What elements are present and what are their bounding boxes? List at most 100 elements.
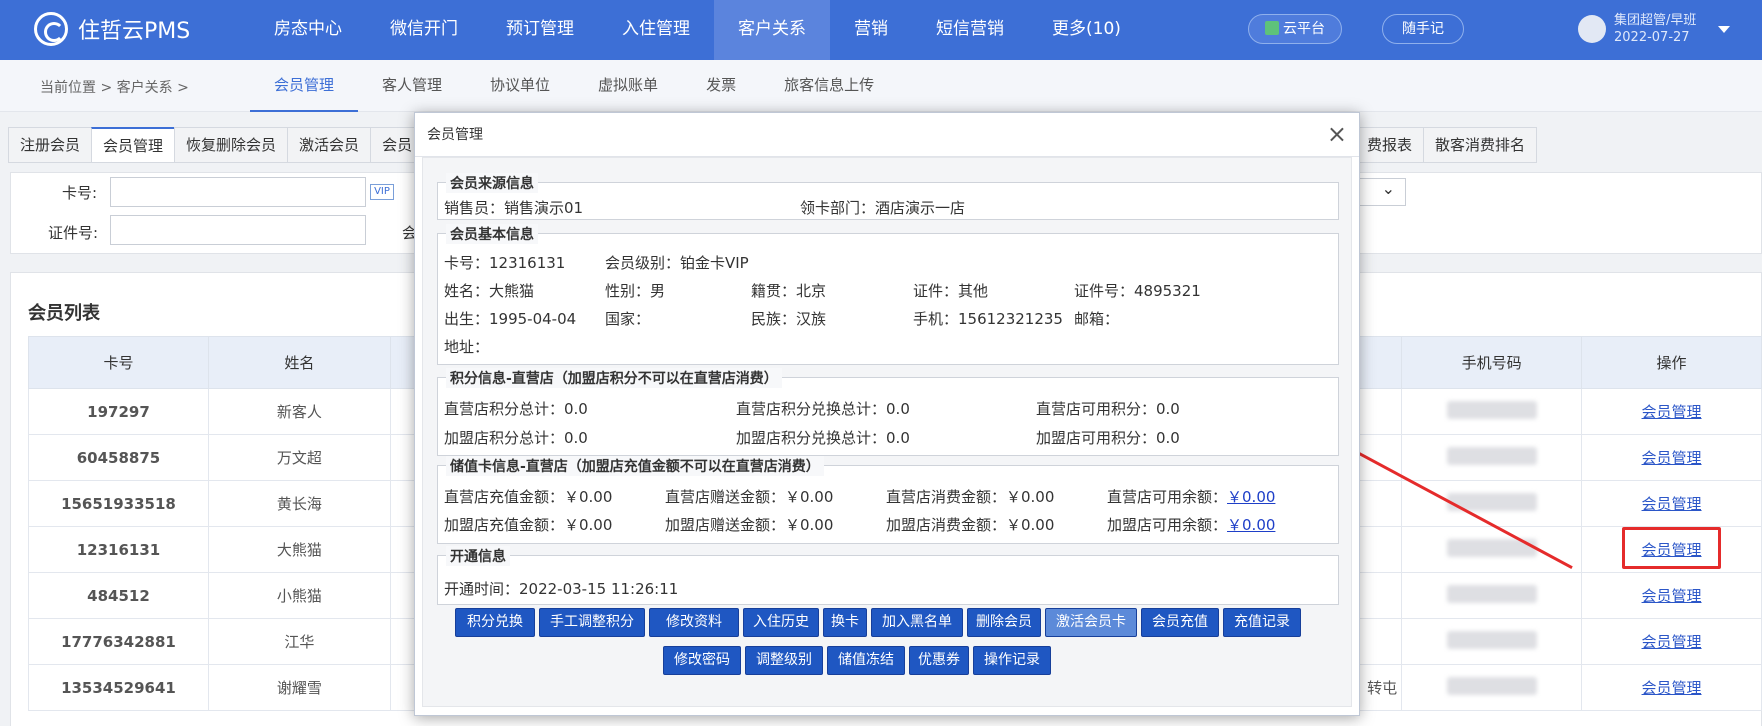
blurred-phone bbox=[1446, 400, 1537, 419]
id-type-text: 证件：其他 bbox=[913, 282, 989, 300]
change-card-button[interactable]: 换卡 bbox=[823, 608, 867, 637]
breadcrumb: 当前位置 > 客户关系 > bbox=[40, 80, 189, 96]
subnav-member-mgmt[interactable]: 会员管理 bbox=[250, 60, 359, 112]
direct-points-exchanged: 直营店积分兑换总计：0.0 bbox=[736, 400, 910, 418]
nav-item-checkin[interactable]: 入住管理 bbox=[598, 0, 714, 60]
col-name[interactable]: 姓名 bbox=[207, 336, 391, 389]
id-input[interactable] bbox=[110, 215, 366, 245]
sex-text: 性别：男 bbox=[605, 282, 666, 300]
stray-text: 转屯 bbox=[1367, 679, 1398, 697]
tab-register-member[interactable]: 注册会员 bbox=[8, 127, 93, 163]
activate-card-button[interactable]: 激活会员卡 bbox=[1045, 608, 1137, 637]
cell-card: 13534529641 bbox=[28, 664, 209, 711]
cell-phone bbox=[1401, 388, 1583, 435]
cube-icon bbox=[1265, 21, 1279, 35]
direct-recharge: 直营店充值金额：￥0.00 bbox=[444, 488, 613, 506]
user-date: 2022-07-27 bbox=[1614, 30, 1690, 45]
member-manage-link[interactable]: 会员管理 bbox=[1642, 633, 1702, 651]
tab-member-mgmt[interactable]: 会员管理 bbox=[91, 127, 176, 163]
nav-item-sms[interactable]: 短信营销 bbox=[912, 0, 1028, 60]
user-name: 集团超管/早班 bbox=[1614, 13, 1697, 28]
nav-item-marketing[interactable]: 营销 bbox=[830, 0, 912, 60]
direct-available-link[interactable]: ￥0.00 bbox=[1227, 488, 1275, 506]
points-exchange-button[interactable]: 积分兑换 bbox=[455, 608, 535, 637]
cell-op: 会员管理 bbox=[1581, 388, 1762, 435]
cell-phone bbox=[1401, 572, 1583, 619]
member-manage-link[interactable]: 会员管理 bbox=[1642, 679, 1702, 697]
edit-profile-button[interactable]: 修改资料 bbox=[649, 608, 739, 637]
cloud-label: 云平台 bbox=[1283, 21, 1325, 37]
franchise-available-link[interactable]: ￥0.00 bbox=[1227, 516, 1275, 534]
points-section: 积分信息-直营店（加盟店积分不可以在直营店消费） 直营店积分总计：0.0 直营店… bbox=[437, 368, 1339, 456]
vip-badge[interactable]: VIP bbox=[370, 184, 394, 200]
col-phone[interactable]: 手机号码 bbox=[1401, 336, 1583, 389]
member-manage-link[interactable]: 会员管理 bbox=[1642, 495, 1702, 513]
subnav-virtual-bill[interactable]: 虚拟账单 bbox=[574, 60, 682, 112]
cell-name: 黄长海 bbox=[207, 480, 391, 527]
franchise-consume: 加盟店消费金额：￥0.00 bbox=[886, 516, 1055, 534]
tab-restore-member[interactable]: 恢复删除会员 bbox=[174, 127, 289, 163]
close-icon[interactable]: × bbox=[1327, 121, 1347, 147]
blurred-phone bbox=[1446, 630, 1537, 649]
franchise-points-available: 加盟店可用积分：0.0 bbox=[1036, 429, 1180, 447]
franchise-points-exchanged: 加盟店积分兑换总计：0.0 bbox=[736, 429, 910, 447]
caret-down-icon[interactable] bbox=[1718, 26, 1730, 33]
delete-member-button[interactable]: 删除会员 bbox=[967, 608, 1041, 637]
cell-op: 会员管理 bbox=[1581, 664, 1762, 711]
quick-note-button[interactable]: 随手记 bbox=[1382, 14, 1464, 44]
adjust-level-button[interactable]: 调整级别 bbox=[745, 646, 823, 675]
col-op[interactable]: 操作 bbox=[1581, 336, 1762, 389]
user-menu[interactable]: 集团超管/早班 2022-07-27 bbox=[1578, 12, 1696, 46]
blacklist-button[interactable]: 加入黑名单 bbox=[871, 608, 963, 637]
cell-phone bbox=[1401, 664, 1583, 711]
cell-card: 12316131 bbox=[28, 526, 209, 573]
app-logo[interactable]: 住哲云PMS bbox=[34, 12, 190, 46]
adjust-points-button[interactable]: 手工调整积分 bbox=[539, 608, 645, 637]
open-section: 开通信息 开通时间：2022-03-15 11:26:11 bbox=[437, 546, 1339, 605]
franchise-recharge: 加盟店充值金额：￥0.00 bbox=[444, 516, 613, 534]
nav-item-customer[interactable]: 客户关系 bbox=[714, 0, 830, 60]
nav-item-room-status[interactable]: 房态中心 bbox=[250, 0, 366, 60]
stored-legend: 储值卡信息-直营店（加盟店充值金额不可以在直营店消费） bbox=[446, 456, 824, 476]
subnav-guest-mgmt[interactable]: 客人管理 bbox=[358, 60, 466, 112]
id-label: 证件号: bbox=[48, 224, 99, 242]
member-manage-dialog: 会员管理 × 会员来源信息 销售员：销售演示01 领卡部门：酒店演示一店 会员基… bbox=[414, 112, 1360, 716]
member-manage-link[interactable]: 会员管理 bbox=[1642, 587, 1702, 605]
subnav-traveler-upload[interactable]: 旅客信息上传 bbox=[760, 60, 898, 112]
stay-history-button[interactable]: 入住历史 bbox=[743, 608, 819, 637]
nav-item-wechat-door[interactable]: 微信开门 bbox=[366, 0, 482, 60]
nav-item-reservation[interactable]: 预订管理 bbox=[482, 0, 598, 60]
recharge-record-button[interactable]: 充值记录 bbox=[1223, 608, 1301, 637]
cell-name: 大熊猫 bbox=[207, 526, 391, 573]
operation-log-button[interactable]: 操作记录 bbox=[973, 646, 1051, 675]
tab-walkin-ranking[interactable]: 散客消费排名 bbox=[1423, 127, 1538, 163]
card-input[interactable] bbox=[110, 177, 366, 207]
tab-activate-member[interactable]: 激活会员 bbox=[287, 127, 372, 163]
cloud-platform-button[interactable]: 云平台 bbox=[1248, 14, 1342, 44]
cell-phone bbox=[1401, 618, 1583, 665]
cell-phone bbox=[1401, 480, 1583, 527]
tab-consume-report[interactable]: 费报表 bbox=[1355, 127, 1425, 163]
annotation-highlight-box bbox=[1622, 527, 1721, 569]
card-label: 卡号: bbox=[62, 184, 98, 202]
cell-name: 江华 bbox=[207, 618, 391, 665]
member-manage-link[interactable]: 会员管理 bbox=[1642, 403, 1702, 421]
direct-points-total: 直营店积分总计：0.0 bbox=[444, 400, 588, 418]
cell-op: 会员管理 bbox=[1581, 618, 1762, 665]
stored-value-section: 储值卡信息-直营店（加盟店充值金额不可以在直营店消费） 直营店充值金额：￥0.0… bbox=[437, 456, 1339, 544]
member-recharge-button[interactable]: 会员充值 bbox=[1141, 608, 1219, 637]
direct-points-available: 直营店可用积分：0.0 bbox=[1036, 400, 1180, 418]
change-password-button[interactable]: 修改密码 bbox=[663, 646, 741, 675]
subnav-agreement[interactable]: 协议单位 bbox=[466, 60, 574, 112]
col-card[interactable]: 卡号 bbox=[28, 336, 209, 389]
member-manage-link[interactable]: 会员管理 bbox=[1642, 449, 1702, 467]
freeze-stored-button[interactable]: 储值冻结 bbox=[827, 646, 905, 675]
franchise-gift: 加盟店赠送金额：￥0.00 bbox=[665, 516, 834, 534]
nav-item-more[interactable]: 更多(10) bbox=[1028, 0, 1145, 60]
filter-select[interactable] bbox=[1360, 178, 1406, 206]
source-section: 会员来源信息 销售员：销售演示01 领卡部门：酒店演示一店 bbox=[437, 173, 1339, 220]
dialog-body: 会员来源信息 销售员：销售演示01 领卡部门：酒店演示一店 会员基本信息 卡号：… bbox=[422, 157, 1352, 707]
coupon-button[interactable]: 优惠券 bbox=[909, 646, 969, 675]
main-nav: 房态中心 微信开门 预订管理 入住管理 客户关系 营销 短信营销 更多(10) bbox=[250, 0, 1145, 60]
subnav-invoice[interactable]: 发票 bbox=[682, 60, 760, 112]
